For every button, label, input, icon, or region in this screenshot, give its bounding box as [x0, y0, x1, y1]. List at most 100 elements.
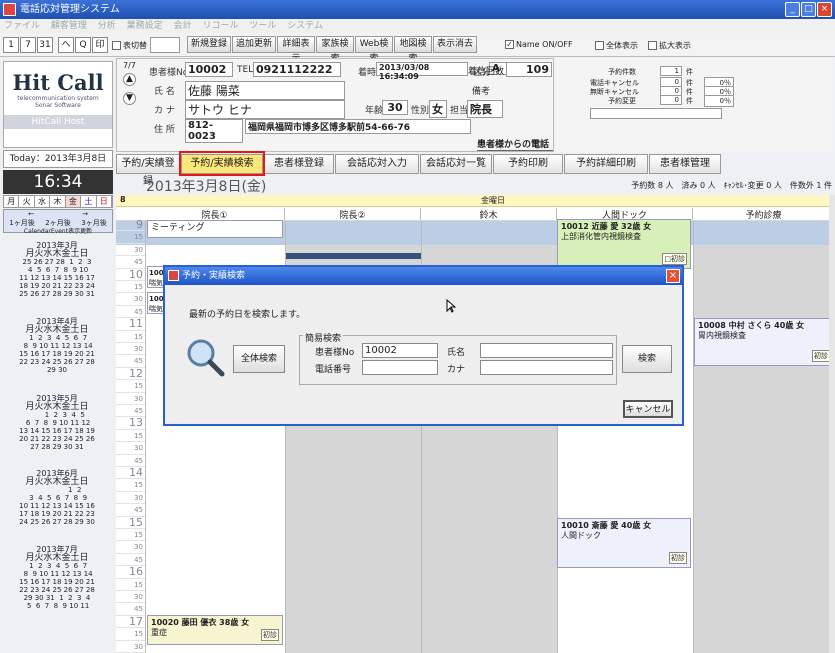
kana-input[interactable] [480, 360, 613, 375]
close-button[interactable]: × [817, 2, 832, 17]
family-search-button[interactable]: 家族検索 [316, 36, 354, 64]
month-later-2[interactable]: 2ヶ月後 [45, 218, 70, 227]
appointment-card[interactable]: 10010 斎藤 愛 40歳 女 人間ドック 初診 [557, 518, 691, 568]
menu-system[interactable]: システム [287, 21, 323, 31]
scrollbar[interactable] [829, 195, 835, 653]
maximize-button[interactable]: □ [801, 2, 816, 17]
menu-analysis[interactable]: 分析 [98, 21, 116, 31]
menu-file[interactable]: ファイル [4, 21, 40, 31]
new-register-button[interactable]: 新規登録 [187, 36, 231, 53]
name-input[interactable] [480, 343, 613, 358]
tab-reserve-detail-print[interactable]: 予約詳細印刷 [564, 154, 648, 174]
close-icon[interactable]: × [666, 269, 680, 283]
mini-calendar-week[interactable]: 22 23 24 25 26 27 28 [5, 586, 109, 594]
mini-calendar-week[interactable]: 20 21 22 23 24 25 26 [5, 435, 109, 443]
month-later-3[interactable]: 3ヶ月後 [81, 218, 106, 227]
toggle-table[interactable]: 表切替 [112, 40, 147, 51]
mini-calendar-july[interactable]: 2013年7月 月火水木金土日 1 2 3 4 5 6 7 8 9 10 11 … [5, 546, 109, 611]
mini-calendar-week[interactable]: 25 26 27 28 1 2 3 [5, 258, 109, 266]
mini-calendar-week[interactable]: 25 26 27 28 29 30 31 [5, 290, 109, 298]
name-onoff-toggle[interactable]: ✓ Name ON/OFF [505, 40, 573, 49]
appointment-card[interactable]: 10020 藤田 優衣 38歳 女 重症 初診 [147, 615, 283, 645]
down-arrow-icon[interactable]: ▼ [123, 92, 136, 105]
mini-calendar-week[interactable]: 8 9 10 11 12 13 14 [5, 570, 109, 578]
menu-accounting[interactable]: 会計 [174, 21, 192, 31]
mini-calendar-week[interactable]: 29 30 [5, 366, 109, 374]
weekday-wed[interactable]: 水 [34, 196, 51, 207]
mini-calendar-week[interactable]: 1 2 [5, 486, 109, 494]
appointment-meeting[interactable]: ミーティング [147, 220, 283, 238]
mini-calendar-week[interactable]: 17 18 19 20 21 22 23 [5, 510, 109, 518]
day-view-icon[interactable]: 1 [3, 37, 19, 53]
all-search-button[interactable]: 全体検索 [233, 345, 285, 373]
mini-calendar-week[interactable]: 1 2 3 4 5 6 7 [5, 562, 109, 570]
toggle-input[interactable] [150, 37, 180, 53]
calendar-event-refresh[interactable]: CalendarEvent表示更新 [4, 226, 112, 235]
zip-field[interactable]: 812-0023 [185, 119, 243, 143]
name-field[interactable]: 佐藤 陽菜 [185, 81, 345, 100]
tab-patient-register[interactable]: 患者様登録 [264, 154, 334, 174]
web-search-button[interactable]: Web検索 [355, 36, 393, 64]
menu-settings[interactable]: 業務設定 [127, 21, 163, 31]
mini-calendar-april[interactable]: 2013年4月 月火水木金土日 1 2 3 4 5 6 7 8 9 10 11 … [5, 318, 109, 375]
weekday-sat[interactable]: 土 [81, 196, 97, 207]
mini-calendar-week[interactable]: 27 28 29 30 31 [5, 443, 109, 451]
patient-no-input[interactable]: 10002 [362, 343, 438, 358]
all-display-checkbox[interactable] [595, 41, 604, 50]
weekday-sun[interactable]: 日 [96, 196, 112, 207]
enlarge-toggle[interactable]: 拡大表示 [648, 40, 691, 51]
address-field[interactable]: 福岡県福岡市博多区博多駅前54-66-76 [245, 119, 471, 134]
mini-calendar-week[interactable]: 1 2 3 4 5 [5, 411, 109, 419]
mini-calendar-week[interactable]: 13 14 15 16 17 18 19 [5, 427, 109, 435]
kana-field[interactable]: サトウ ヒナ [185, 100, 345, 119]
enlarge-checkbox[interactable] [648, 41, 657, 50]
tanto-field[interactable]: 院長 [467, 100, 503, 118]
appointment-card[interactable]: 10008 中村 さくら 40歳 女 胃内視鏡検査 初診 [694, 318, 834, 366]
next-arrow-icon[interactable]: → [82, 210, 88, 218]
mini-calendar-march[interactable]: 2013年3月 月火水木金土日 25 26 27 28 1 2 3 4 5 6 … [5, 242, 109, 299]
weekday-fri[interactable]: 金 [65, 196, 82, 207]
patient-no-field[interactable]: 10002 [185, 62, 233, 77]
mini-calendar-week[interactable]: 29 30 31 1 2 3 4 [5, 594, 109, 602]
all-display-toggle[interactable]: 全体表示 [595, 40, 638, 51]
zoom-icon[interactable]: Q [75, 37, 91, 53]
mini-calendar-week[interactable]: 5 6 7 8 9 10 11 [5, 602, 109, 610]
month-later-1[interactable]: 1ヶ月後 [9, 218, 34, 227]
tel-input[interactable] [362, 360, 438, 375]
mini-calendar-week[interactable]: 3 4 5 6 7 8 9 [5, 494, 109, 502]
menu-customer[interactable]: 顧客管理 [51, 21, 87, 31]
weekday-thu[interactable]: 木 [50, 196, 66, 207]
sex-field[interactable]: 女 [429, 100, 447, 118]
cancel-button[interactable]: キャンセル [623, 400, 673, 418]
tel-field[interactable]: 0921112222 [253, 62, 341, 77]
clear-display-button[interactable]: 表示消去 [433, 36, 477, 53]
map-search-button[interactable]: 地図検索 [394, 36, 432, 64]
minimize-button[interactable]: _ [785, 2, 800, 17]
menu-tools[interactable]: ツール [249, 21, 276, 31]
stats-input[interactable] [590, 108, 722, 119]
toggle-checkbox[interactable] [112, 41, 121, 50]
tab-conversation-list[interactable]: 会話応対一覧 [420, 154, 492, 174]
search-button[interactable]: 検索 [622, 345, 672, 373]
preview-icon[interactable]: ヘ [58, 37, 74, 53]
detail-view-button[interactable]: 詳細表示 [277, 36, 315, 64]
mini-calendar-week[interactable]: 8 9 10 11 12 13 14 [5, 342, 109, 350]
mini-calendar-week[interactable]: 10 11 12 13 14 15 16 [5, 502, 109, 510]
name-onoff-checkbox[interactable]: ✓ [505, 40, 514, 49]
menu-recall[interactable]: リコール [202, 21, 238, 31]
mini-calendar-june[interactable]: 2013年6月 月火水木金土日 1 2 3 4 5 6 7 8 9 10 11 … [5, 470, 109, 527]
mini-calendar-week[interactable]: 6 7 8 9 10 11 12 [5, 419, 109, 427]
appointment-card[interactable]: 10012 近藤 愛 32歳 女 上部消化管内視鏡検査 □初診 [557, 219, 691, 269]
mini-calendar-week[interactable]: 11 12 13 14 15 16 17 [5, 274, 109, 282]
prev-arrow-icon[interactable]: ← [28, 210, 34, 218]
tab-reserve-print[interactable]: 予約印刷 [493, 154, 563, 174]
mini-calendar-week[interactable]: 1 2 3 4 5 6 7 [5, 334, 109, 342]
add-update-button[interactable]: 追加更新 [232, 36, 276, 53]
mini-calendar-week[interactable]: 24 25 26 27 28 29 30 [5, 518, 109, 526]
mini-calendar-may[interactable]: 2013年5月 月火水木金土日 1 2 3 4 5 6 7 8 9 10 11 … [5, 395, 109, 452]
mini-calendar-week[interactable]: 15 16 17 18 19 20 21 [5, 350, 109, 358]
print-icon[interactable]: 印 [92, 37, 108, 53]
tab-patient-manage[interactable]: 患者様管理 [649, 154, 721, 174]
tab-conversation-input[interactable]: 会話応対入力 [335, 154, 419, 174]
mini-calendar-week[interactable]: 4 5 6 7 8 9 10 [5, 266, 109, 274]
